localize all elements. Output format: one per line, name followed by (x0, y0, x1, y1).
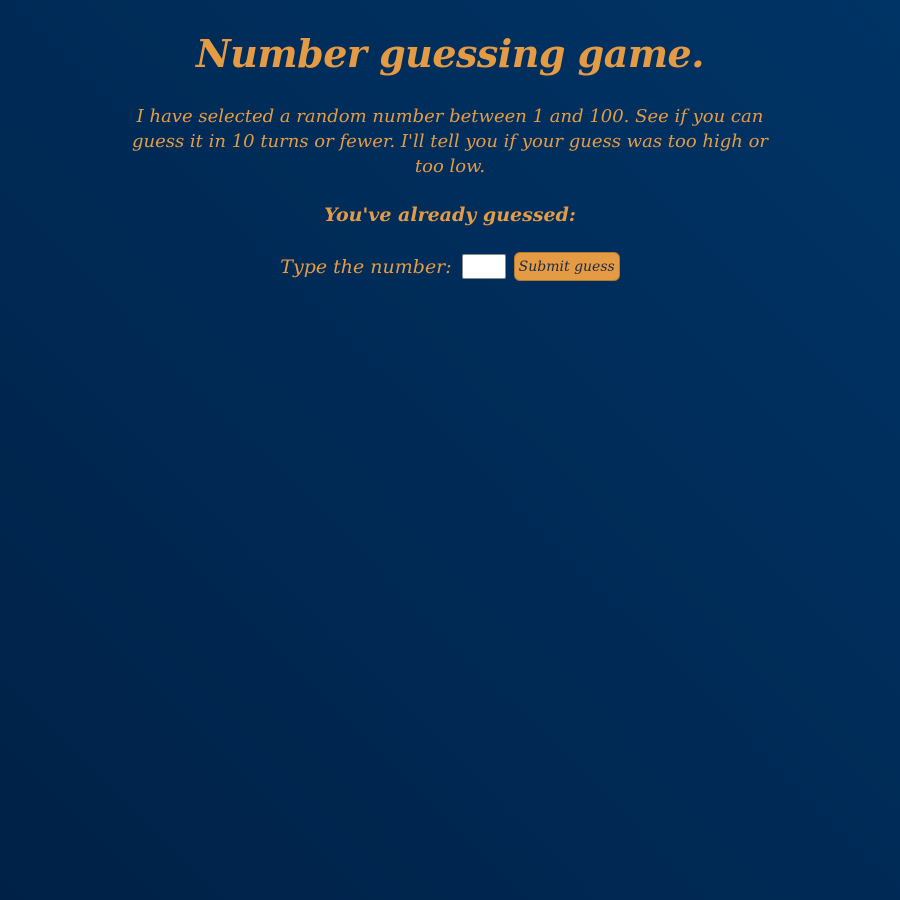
page-container: Number guessing game. I have selected a … (0, 0, 900, 900)
guess-input[interactable] (461, 254, 506, 279)
guess-field-label: Type the number: (280, 255, 452, 278)
submit-guess-button[interactable]: Submit guess (513, 252, 620, 281)
guess-form: Type the number: Submit guess (0, 252, 900, 281)
intro-text: I have selected a random number between … (131, 106, 769, 177)
already-guessed-label: You've already guessed: (324, 204, 576, 226)
page-title: Number guessing game. (196, 31, 704, 76)
